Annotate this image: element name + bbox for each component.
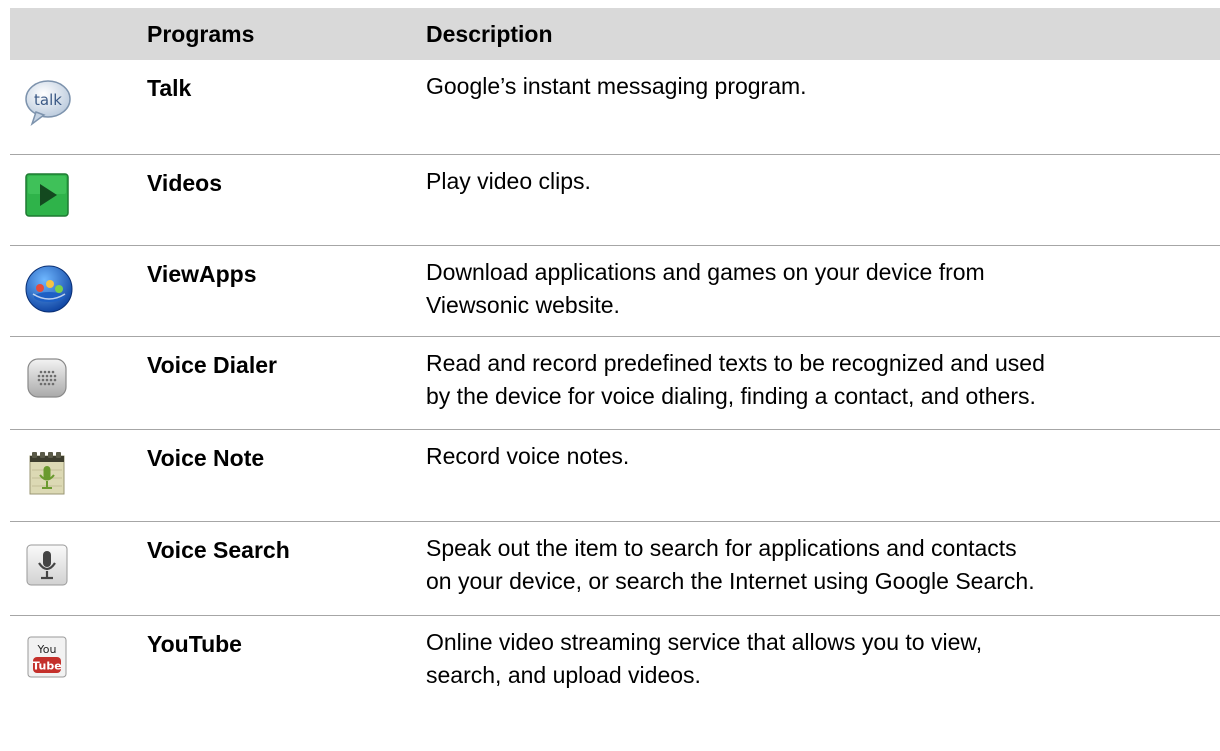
description-line: on your device, or search the Internet u… bbox=[426, 568, 1035, 594]
table-header-row: Programs Description bbox=[10, 8, 1220, 60]
program-name: Voice Dialer bbox=[147, 352, 277, 378]
voice-note-icon bbox=[24, 448, 70, 498]
icon-cell: You Tube bbox=[10, 616, 147, 708]
talk-icon: talk bbox=[24, 78, 72, 128]
program-description: Speak out the item to search for applica… bbox=[426, 522, 1220, 598]
svg-text:Tube: Tube bbox=[32, 660, 61, 673]
viewapps-globe-icon bbox=[24, 264, 74, 314]
program-name: YouTube bbox=[147, 631, 242, 657]
voice-search-microphone-icon bbox=[24, 542, 70, 588]
program-description: Play video clips. bbox=[426, 155, 1220, 198]
table-row: Voice Note Record voice notes. bbox=[10, 430, 1220, 522]
program-name: ViewApps bbox=[147, 261, 257, 287]
program-description: Google’s instant messaging program. bbox=[426, 60, 1220, 103]
icon-cell bbox=[10, 430, 147, 522]
programs-table: Programs Description talk Talk Google’s … bbox=[10, 8, 1220, 708]
program-description: Read and record predefined texts to be r… bbox=[426, 337, 1220, 413]
table-row: Voice Dialer Read and record predefined … bbox=[10, 337, 1220, 430]
program-name: Voice Note bbox=[147, 445, 265, 471]
program-description: Online video streaming service that allo… bbox=[426, 616, 1220, 692]
icon-cell bbox=[10, 522, 147, 616]
youtube-icon: You Tube bbox=[24, 633, 70, 681]
icon-cell bbox=[10, 246, 147, 337]
description-line: Read and record predefined texts to be r… bbox=[426, 350, 1045, 376]
svg-text:talk: talk bbox=[34, 91, 62, 109]
description-line: Play video clips. bbox=[426, 168, 591, 194]
icon-cell bbox=[10, 155, 147, 246]
table-row: talk Talk Google’s instant messaging pro… bbox=[10, 60, 1220, 155]
header-programs: Programs bbox=[147, 20, 255, 47]
description-line: Download applications and games on your … bbox=[426, 259, 985, 285]
table-row: You Tube YouTube Online video streaming … bbox=[10, 616, 1220, 708]
description-line: by the device for voice dialing, finding… bbox=[426, 383, 1036, 409]
description-line: Speak out the item to search for applica… bbox=[426, 535, 1017, 561]
program-description: Download applications and games on your … bbox=[426, 246, 1220, 322]
icon-cell bbox=[10, 337, 147, 430]
description-line: search, and upload videos. bbox=[426, 662, 701, 688]
program-name: Talk bbox=[147, 75, 192, 101]
description-line: Viewsonic website. bbox=[426, 292, 620, 318]
description-line: Online video streaming service that allo… bbox=[426, 629, 983, 655]
program-description: Record voice notes. bbox=[426, 430, 1220, 473]
description-line: Record voice notes. bbox=[426, 443, 630, 469]
description-line: Google’s instant messaging program. bbox=[426, 73, 807, 99]
svg-text:You: You bbox=[37, 643, 57, 656]
voice-dialer-icon bbox=[24, 355, 70, 401]
program-name: Voice Search bbox=[147, 537, 290, 563]
table-row: Videos Play video clips. bbox=[10, 155, 1220, 246]
videos-play-icon bbox=[24, 172, 70, 218]
program-name: Videos bbox=[147, 170, 222, 196]
header-description: Description bbox=[426, 20, 553, 47]
table-row: Voice Search Speak out the item to searc… bbox=[10, 522, 1220, 616]
icon-cell: talk bbox=[10, 60, 147, 155]
table-row: ViewApps Download applications and games… bbox=[10, 246, 1220, 337]
